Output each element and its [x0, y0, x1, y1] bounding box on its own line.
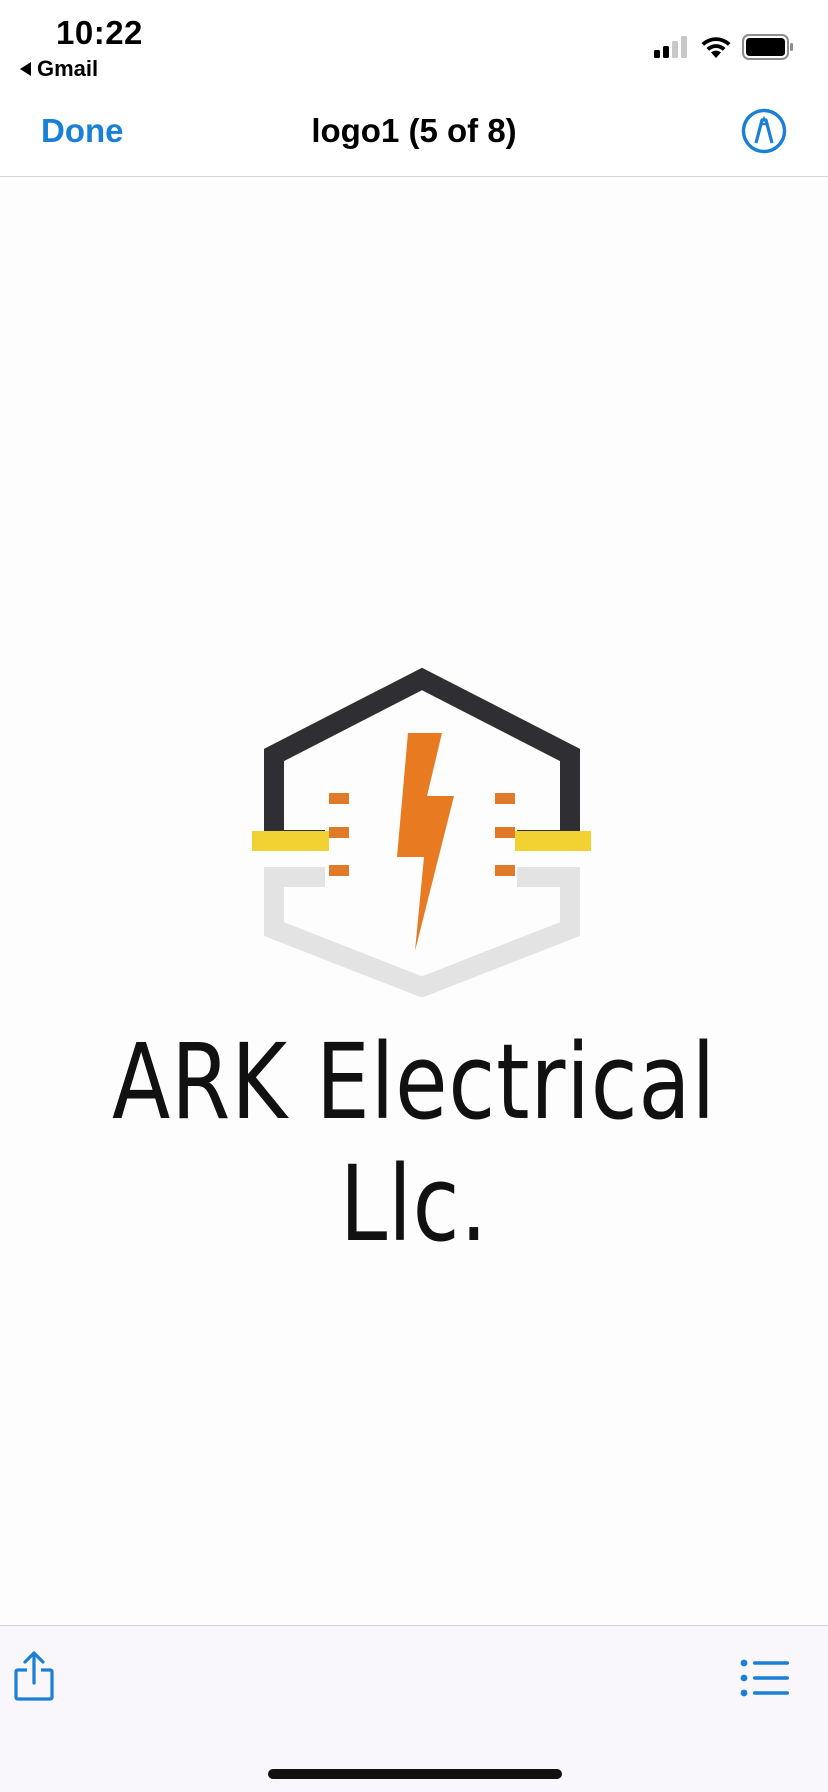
back-triangle-icon	[20, 62, 31, 76]
status-bar: 10:22 Gmail	[0, 0, 828, 86]
share-icon[interactable]	[12, 1650, 56, 1702]
bottom-toolbar	[0, 1625, 828, 1792]
cellular-signal-icon	[654, 36, 687, 58]
back-app-label: Gmail	[37, 56, 99, 81]
document-preview[interactable]: ARK Electrical Llc.	[0, 177, 828, 1625]
status-icons	[654, 34, 794, 60]
wifi-icon	[701, 37, 731, 58]
nav-bar: Done logo1 (5 of 8)	[0, 86, 828, 177]
list-icon[interactable]	[740, 1658, 790, 1698]
back-to-app-link[interactable]: Gmail	[20, 56, 98, 82]
screen: 10:22 Gmail Done logo1 (5 of 8) ARK Elec…	[0, 0, 828, 1792]
markup-pen-icon[interactable]	[740, 107, 788, 155]
battery-icon	[742, 34, 793, 60]
logo-wordmark: ARK Electrical Llc.	[111, 1021, 717, 1265]
document-title: logo1 (5 of 8)	[311, 112, 517, 149]
ark-electrical-logo-mark	[252, 667, 591, 997]
home-indicator[interactable]	[268, 1769, 562, 1779]
status-time: 10:22	[56, 14, 143, 51]
